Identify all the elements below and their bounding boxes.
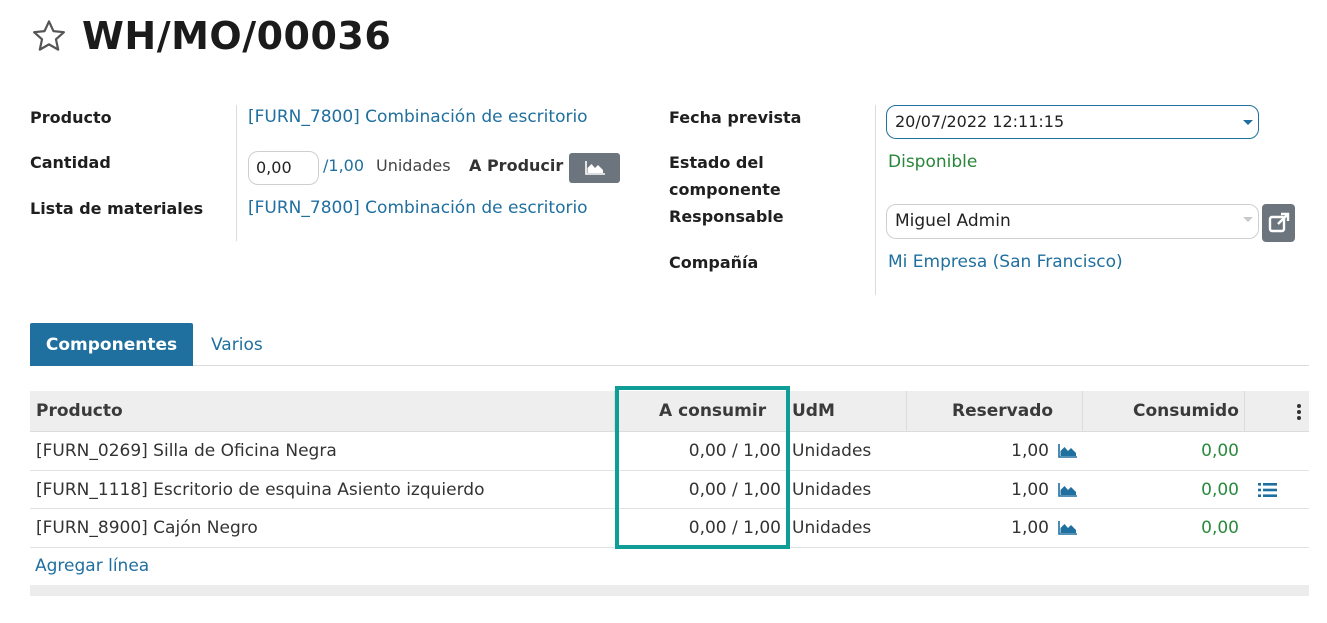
header-uom[interactable]: UdM	[792, 391, 835, 432]
tab-components[interactable]: Componentes	[30, 323, 193, 366]
quantity-label: Cantidad	[30, 153, 111, 172]
to-produce-label: A Producir	[469, 156, 564, 175]
component-status-value: Disponible	[888, 152, 978, 172]
row-consumed[interactable]: 0,00	[1201, 471, 1239, 509]
kebab-menu-icon[interactable]	[1296, 403, 1302, 421]
component-status-label-2: componente	[669, 180, 781, 199]
company-link[interactable]: Mi Empresa (San Francisco)	[888, 252, 1123, 272]
row-product[interactable]: [FURN_8900] Cajón Negro	[36, 509, 258, 547]
record-title: WH/MO/00036	[82, 14, 392, 58]
product-label: Producto	[30, 108, 112, 127]
to-consume-column-highlight	[615, 386, 790, 549]
row-reserved: 1,00	[1011, 441, 1049, 461]
row-uom: Unidades	[792, 441, 872, 461]
row-reserved: 1,00	[1011, 518, 1049, 538]
forecast-button[interactable]	[569, 153, 620, 183]
header-consumed[interactable]: Consumido	[1133, 391, 1239, 432]
row-consumed[interactable]: 0,00	[1201, 509, 1239, 547]
bom-link[interactable]: [FURN_7800] Combinación de escritorio	[248, 198, 588, 218]
external-link-button[interactable]	[1262, 204, 1295, 242]
responsible-label: Responsable	[669, 207, 784, 226]
quantity-max[interactable]: /1,00	[323, 156, 364, 175]
date-caret-down-icon[interactable]	[1243, 120, 1253, 125]
component-status-label-1: Estado del	[669, 153, 764, 172]
row-uom: Unidades	[792, 479, 872, 500]
tabs-baseline	[30, 365, 1309, 366]
bom-label: Lista de materiales	[30, 199, 204, 218]
scheduled-date-input[interactable]: 20/07/2022 12:11:15	[886, 105, 1259, 139]
header-reserved[interactable]: Reservado	[952, 391, 1053, 432]
header-product[interactable]: Producto	[36, 391, 123, 432]
table-footer-bar	[30, 585, 1309, 596]
row-uom: Unidades	[792, 518, 872, 538]
area-chart-icon[interactable]	[1058, 520, 1078, 536]
external-link-icon	[1268, 212, 1289, 233]
star-icon[interactable]	[30, 17, 68, 55]
add-line-link[interactable]: Agregar línea	[35, 556, 149, 576]
company-label: Compañía	[669, 253, 759, 272]
row-consumed[interactable]: 0,00	[1201, 432, 1239, 470]
area-chart-icon[interactable]	[1058, 482, 1078, 498]
row-product[interactable]: [FURN_0269] Silla de Oficina Negra	[36, 432, 337, 470]
header-divider	[906, 391, 907, 432]
list-icon[interactable]	[1258, 482, 1277, 498]
row-reserved: 1,00	[1011, 479, 1049, 500]
header-divider	[1082, 391, 1083, 432]
header-divider	[1244, 391, 1245, 432]
responsible-select[interactable]: Miguel Admin	[886, 204, 1259, 239]
title-row: WH/MO/00036	[30, 14, 391, 58]
product-link[interactable]: [FURN_7800] Combinación de escritorio	[248, 107, 588, 127]
area-chart-icon	[584, 161, 605, 175]
tab-misc[interactable]: Varios	[211, 335, 263, 355]
quantity-uom: Unidades	[376, 156, 451, 175]
responsible-caret-down-icon[interactable]	[1243, 217, 1253, 222]
left-column-separator	[236, 105, 237, 241]
quantity-input[interactable]: 0,00	[248, 151, 319, 185]
row-product[interactable]: [FURN_1118] Escritorio de esquina Asient…	[36, 471, 484, 509]
scheduled-date-label: Fecha prevista	[669, 108, 802, 127]
right-column-separator	[875, 105, 876, 295]
area-chart-icon[interactable]	[1058, 443, 1078, 459]
